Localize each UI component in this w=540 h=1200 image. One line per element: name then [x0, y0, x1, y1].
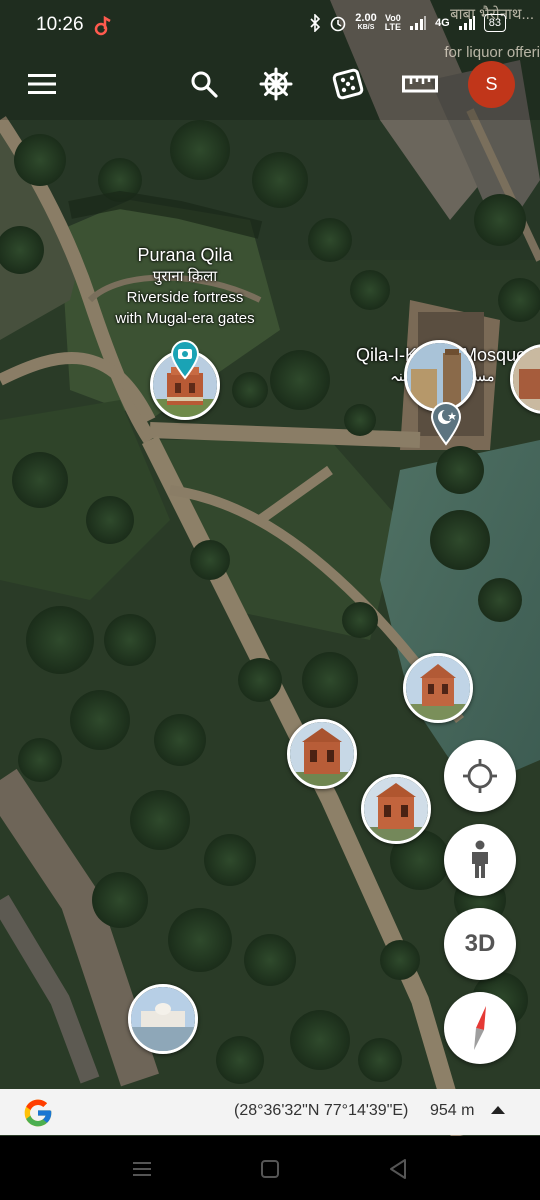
compass-button[interactable]: [444, 992, 516, 1064]
coordinates-readout: (28°36'32"N 77°14'39"E): [234, 1102, 409, 1119]
building-photo-icon: [131, 987, 195, 1051]
recents-button[interactable]: [128, 1156, 156, 1182]
search-button[interactable]: [180, 60, 228, 108]
place-description-line2: with Mugal-era gates: [115, 310, 255, 327]
info-bar[interactable]: (28°36'32"N 77°14'39"E) 954 m: [0, 1089, 540, 1135]
triangle-up-icon[interactable]: [490, 1105, 506, 1115]
alarm-icon: [330, 16, 346, 32]
photo-marker-white-building[interactable]: [128, 984, 198, 1054]
network-type: 4G: [435, 17, 450, 29]
network-speed-unit: KB/S: [357, 24, 375, 31]
ships-wheel-icon: [259, 67, 293, 101]
status-bar: 10:26 2.00 KB/S Vo0 LTE 4G 83: [0, 0, 540, 52]
place-label-purana-qila[interactable]: Purana Qila पुराना क़िला Riverside fortr…: [94, 245, 276, 329]
back-button[interactable]: [384, 1156, 412, 1182]
home-icon: [261, 1160, 279, 1178]
system-nav-bar: [0, 1136, 540, 1200]
toggle-3d-label: 3D: [464, 930, 496, 957]
street-view-button[interactable]: [444, 824, 516, 896]
feeling-lucky-button[interactable]: [324, 60, 372, 108]
mosque-photo-icon: [407, 343, 473, 409]
battery-indicator: 83: [483, 14, 506, 32]
signal-icon: [410, 16, 427, 30]
voyager-button[interactable]: [252, 60, 300, 108]
google-g-icon: [24, 1099, 52, 1127]
crosshair-location-icon: [463, 759, 497, 793]
network-speed-value: 2.00: [355, 12, 377, 24]
recents-icon: [133, 1162, 151, 1176]
dice-icon: [332, 68, 364, 100]
hamburger-menu-icon: [28, 74, 56, 94]
account-avatar[interactable]: S: [468, 61, 515, 108]
music-app-icon: [94, 16, 111, 36]
volte-bottom: LTE: [384, 22, 402, 32]
home-button[interactable]: [256, 1156, 284, 1182]
photo-marker-chhatri-3[interactable]: [361, 774, 431, 844]
measure-button[interactable]: [396, 60, 444, 108]
ruler-icon: [402, 75, 438, 93]
bluetooth-icon: [310, 14, 321, 32]
place-name: Purana Qila: [137, 245, 233, 265]
top-toolbar: [0, 56, 540, 112]
chhatri-photo-icon: [364, 777, 428, 841]
pegman-icon: [472, 840, 488, 878]
chhatri-photo-icon: [406, 656, 470, 720]
compass-icon: [474, 1006, 486, 1050]
place-local-name: पुराना क़िला: [152, 268, 218, 285]
camera-pin-icon[interactable]: [170, 340, 200, 380]
menu-button[interactable]: [18, 60, 66, 108]
signal-icon-2: [458, 16, 475, 30]
volte-indicator: Vo0 LTE: [385, 14, 401, 32]
scale-readout: 954 m: [430, 1102, 475, 1119]
back-icon: [390, 1159, 406, 1179]
toggle-3d-button[interactable]: 3D: [444, 908, 516, 980]
photo-marker-chhatri-2[interactable]: [287, 719, 357, 789]
chhatri-photo-icon: [290, 722, 354, 786]
mosque-pin-icon[interactable]: [430, 402, 462, 446]
status-time: 10:26: [36, 14, 84, 35]
status-icons: 2.00 KB/S Vo0 LTE 4G 83: [309, 12, 506, 32]
search-icon: [191, 71, 218, 98]
place-description-line1: Riverside fortress: [126, 289, 244, 306]
network-speed: 2.00 KB/S: [355, 12, 377, 32]
my-location-button[interactable]: [444, 740, 516, 812]
photo-marker-chhatri-1[interactable]: [403, 653, 473, 723]
